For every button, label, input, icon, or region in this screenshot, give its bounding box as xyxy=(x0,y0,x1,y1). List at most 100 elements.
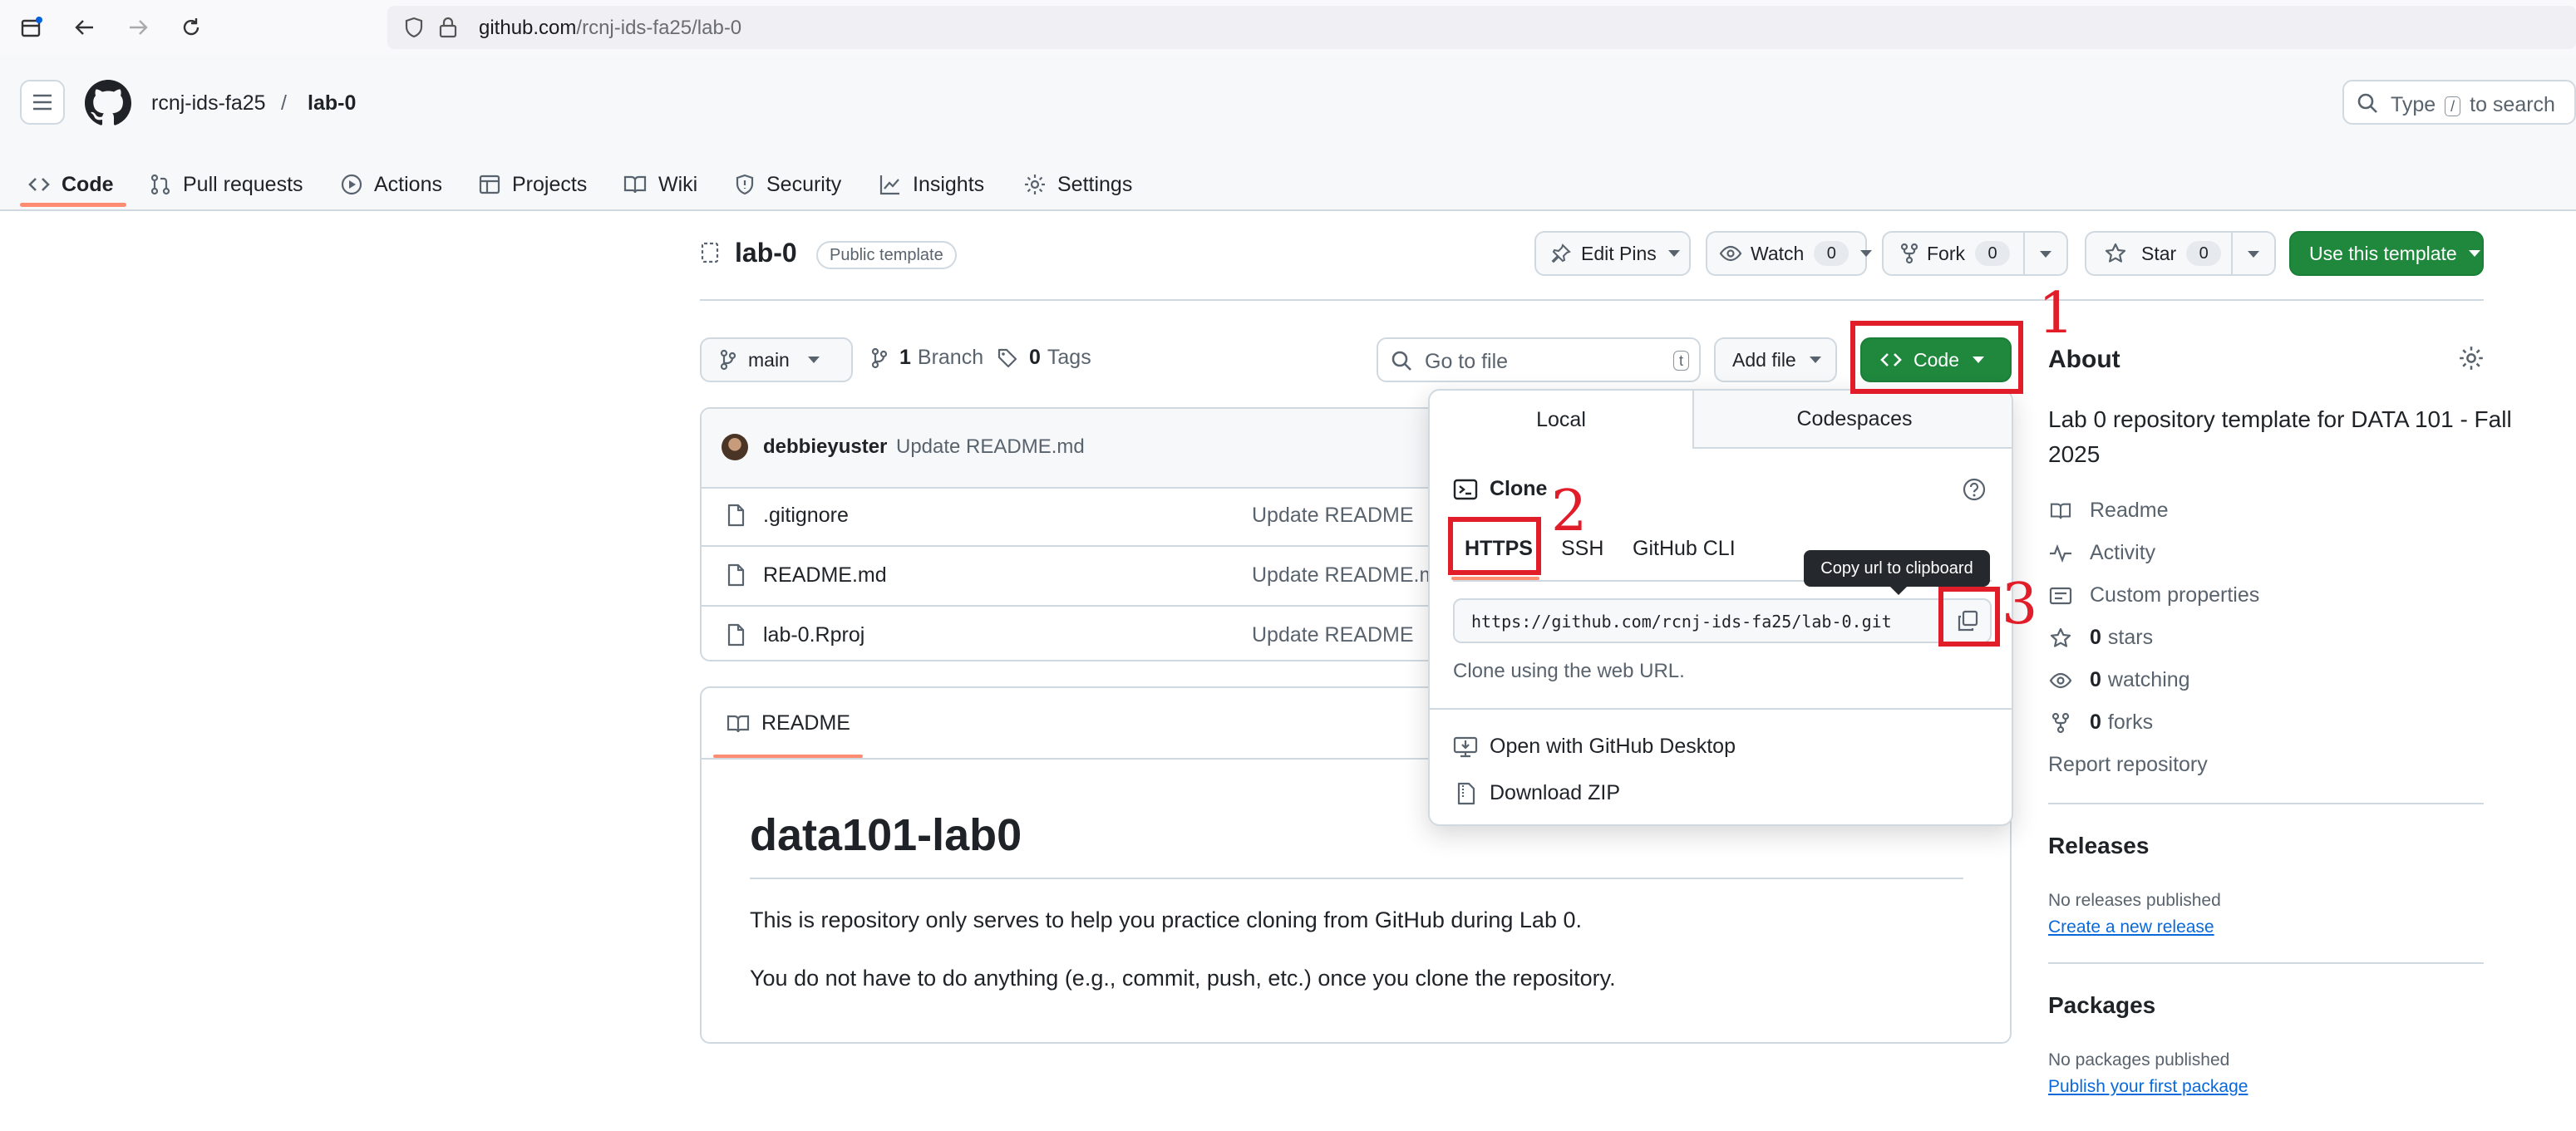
readme-link[interactable]: Readme xyxy=(2048,499,2169,523)
forward-icon[interactable] xyxy=(121,11,155,44)
readme-tab[interactable]: README xyxy=(727,711,850,735)
tab-security[interactable]: Security xyxy=(735,160,841,209)
visibility-badge: Public template xyxy=(816,241,957,269)
watch-label: Watch xyxy=(1751,242,1805,264)
sidebar-divider xyxy=(2048,962,2484,964)
star-icon xyxy=(2105,243,2126,264)
caret-down-icon xyxy=(1667,250,1680,257)
tags-link[interactable]: 0 Tags xyxy=(997,346,1091,370)
star-button[interactable]: Star 0 xyxy=(2085,231,2276,276)
branch-select[interactable]: main xyxy=(700,337,853,382)
tab-actions-label: Actions xyxy=(374,172,442,196)
file-name-link[interactable]: .gitignore xyxy=(763,504,849,528)
watching-link[interactable]: 0 watching xyxy=(2048,668,2190,692)
reload-icon[interactable] xyxy=(175,11,208,44)
custom-properties-label: Custom properties xyxy=(2090,583,2260,607)
tab-settings[interactable]: Settings xyxy=(1024,160,1132,209)
repo-title[interactable]: lab-0 xyxy=(735,238,797,268)
forks-link[interactable]: 0 forks xyxy=(2048,711,2153,735)
git-branch-icon xyxy=(871,347,888,369)
custom-properties-link[interactable]: Custom properties xyxy=(2048,583,2259,607)
branches-link[interactable]: 1 Branch xyxy=(871,346,983,370)
tab-projects[interactable]: Projects xyxy=(479,160,587,209)
caret-down-icon[interactable] xyxy=(2040,251,2051,258)
packages-heading[interactable]: Packages xyxy=(2048,992,2155,1019)
publish-package-link[interactable]: Publish your first package xyxy=(2048,1077,2248,1097)
tab-code[interactable]: Code xyxy=(28,160,114,209)
sidebar-toggle-icon[interactable] xyxy=(15,11,48,44)
tab-pull-requests[interactable]: Pull requests xyxy=(150,160,303,209)
address-bar[interactable]: github.com/rcnj-ids-fa25/lab-0 xyxy=(387,6,2576,49)
repo-link[interactable]: lab-0 xyxy=(308,91,356,116)
add-file-button[interactable]: Add file xyxy=(1714,337,1837,382)
commit-author-link[interactable]: debbieyuster xyxy=(763,435,887,459)
tab-wiki[interactable]: Wiki xyxy=(623,160,697,209)
gear-icon xyxy=(1024,174,1046,195)
desktop-download-icon xyxy=(1453,735,1478,759)
file-commit-link[interactable]: Update README xyxy=(1252,623,1414,647)
fork-button[interactable]: Fork 0 xyxy=(1882,231,2068,276)
back-icon[interactable] xyxy=(68,11,101,44)
file-name-link[interactable]: README.md xyxy=(763,563,887,588)
tab-security-label: Security xyxy=(766,172,842,196)
search-placeholder: Type / to search xyxy=(2391,93,2555,116)
forks-label: forks xyxy=(2107,711,2154,734)
owner-link[interactable]: rcnj-ids-fa25 xyxy=(151,91,266,116)
graph-icon xyxy=(879,174,901,195)
file-commit-link[interactable]: Update README xyxy=(1252,504,1414,528)
annotation-box-copy xyxy=(1938,587,2000,647)
branch-label: main xyxy=(748,348,790,371)
use-template-button[interactable]: Use this template xyxy=(2289,231,2484,276)
tab-local[interactable]: Local xyxy=(1430,391,1692,449)
tab-github-cli[interactable]: GitHub CLI xyxy=(1633,537,1736,561)
clone-url-value: https://github.com/rcnj-ids-fa25/lab-0.g… xyxy=(1471,612,1892,632)
create-release-link[interactable]: Create a new release xyxy=(2048,917,2214,937)
releases-heading[interactable]: Releases xyxy=(2048,833,2149,859)
book-icon xyxy=(2048,501,2073,521)
tab-insights[interactable]: Insights xyxy=(879,160,984,209)
readme-paragraph: You do not have to do anything (e.g., co… xyxy=(750,966,1616,991)
add-file-label: Add file xyxy=(1732,348,1796,371)
activity-link[interactable]: Activity xyxy=(2048,541,2155,565)
heading-divider xyxy=(750,878,1963,879)
caret-down-icon[interactable] xyxy=(2248,251,2259,258)
stars-link[interactable]: 0 stars xyxy=(2048,626,2153,650)
lock-icon[interactable] xyxy=(437,16,459,39)
search-input[interactable]: Type / to search xyxy=(2342,80,2576,125)
tracking-shield-icon[interactable] xyxy=(402,16,426,39)
caret-down-icon xyxy=(2468,250,2480,257)
gear-icon[interactable] xyxy=(2459,346,2484,371)
branch-count-label: Branch xyxy=(917,346,984,369)
report-repository-link[interactable]: Report repository xyxy=(2048,753,2208,777)
tab-actions[interactable]: Actions xyxy=(341,160,442,209)
url-text: github.com/rcnj-ids-fa25/lab-0 xyxy=(479,17,742,39)
clone-heading: Clone xyxy=(1453,477,1547,501)
open-github-desktop-item[interactable]: Open with GitHub Desktop xyxy=(1453,735,1736,759)
git-branch-icon xyxy=(720,349,736,371)
file-name-link[interactable]: lab-0.Rproj xyxy=(763,623,864,647)
git-pull-request-icon xyxy=(150,174,171,195)
tab-codespaces[interactable]: Codespaces xyxy=(1692,391,2012,449)
file-commit-link[interactable]: Update README.md xyxy=(1252,563,1448,588)
split-divider xyxy=(2023,233,2025,274)
download-zip-item[interactable]: Download ZIP xyxy=(1453,781,1620,805)
github-logo-icon[interactable] xyxy=(83,78,133,128)
readme-heading: data101-lab0 xyxy=(750,810,1022,860)
clone-url-input[interactable]: https://github.com/rcnj-ids-fa25/lab-0.g… xyxy=(1453,598,1992,643)
annotation-number-2: 2 xyxy=(1551,479,1588,544)
commit-message-link[interactable]: Update README.md xyxy=(896,435,1085,459)
packages-empty-text: No packages published xyxy=(2048,1050,2230,1070)
repo-forked-icon xyxy=(1900,243,1918,264)
caret-down-icon xyxy=(1809,357,1821,363)
code-icon xyxy=(28,174,50,195)
avatar[interactable] xyxy=(722,434,748,460)
menu-button[interactable] xyxy=(20,80,65,125)
question-icon[interactable] xyxy=(1962,477,1987,502)
watch-count: 0 xyxy=(1814,241,1849,266)
tab-code-label: Code xyxy=(62,172,114,196)
go-to-file-input[interactable]: Go to file t xyxy=(1377,337,1701,382)
shield-icon xyxy=(735,174,755,195)
watch-button[interactable]: Watch 0 xyxy=(1706,231,1873,276)
edit-pins-button[interactable]: Edit Pins xyxy=(1534,231,1691,276)
play-icon xyxy=(341,174,362,195)
